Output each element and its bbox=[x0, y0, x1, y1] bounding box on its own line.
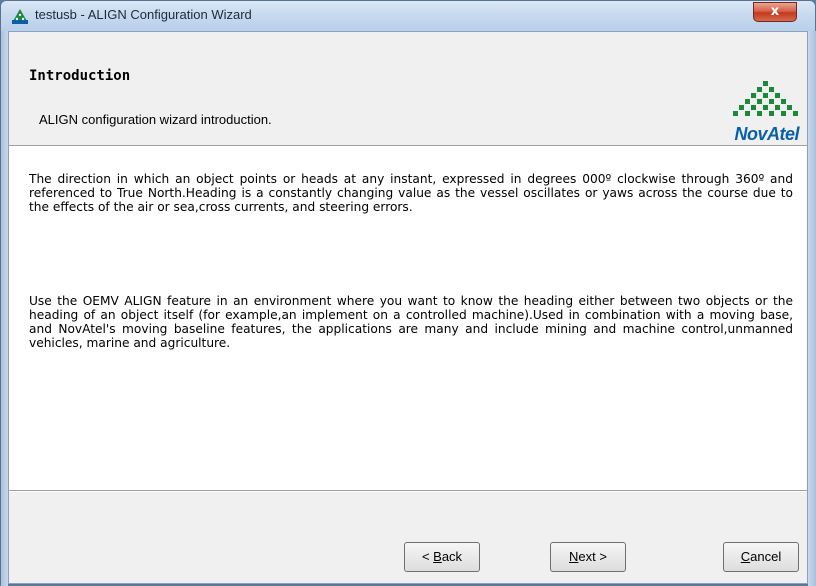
next-button[interactable]: Next > bbox=[550, 542, 626, 572]
cancel-button[interactable]: Cancel bbox=[723, 542, 799, 572]
window-left-border bbox=[1, 31, 8, 586]
close-button[interactable]: x bbox=[753, 2, 797, 22]
page-title: Introduction bbox=[29, 68, 131, 84]
window-right-border bbox=[808, 31, 816, 586]
page-subtitle: ALIGN configuration wizard introduction. bbox=[39, 112, 272, 127]
back-button-mnemonic: B bbox=[433, 549, 442, 564]
title-bar[interactable]: testusb - ALIGN Configuration Wizard x bbox=[1, 1, 815, 31]
next-button-mnemonic: N bbox=[569, 549, 579, 564]
wizard-window: testusb - ALIGN Configuration Wizard x I… bbox=[0, 0, 816, 586]
window-title: testusb - ALIGN Configuration Wizard bbox=[35, 7, 252, 22]
back-button-prefix: < bbox=[421, 549, 434, 564]
footer-divider bbox=[9, 490, 807, 492]
wizard-content: The direction in which an object points … bbox=[9, 147, 807, 490]
cancel-button-rest: ancel bbox=[750, 549, 782, 564]
intro-paragraph-heading: The direction in which an object points … bbox=[29, 172, 793, 214]
novatel-app-icon bbox=[12, 9, 28, 24]
novatel-logo: NovAtel bbox=[723, 81, 800, 145]
logo-triangle-icon bbox=[733, 81, 798, 116]
back-button-rest: ack bbox=[441, 549, 463, 564]
wizard-header: Introduction ALIGN configuration wizard … bbox=[9, 32, 807, 144]
intro-paragraph-align: Use the OEMV ALIGN feature in an environ… bbox=[29, 294, 793, 350]
next-button-rest: ext > bbox=[578, 549, 607, 564]
logo-text: NovAtel bbox=[734, 124, 799, 144]
back-button[interactable]: < Back bbox=[404, 542, 480, 572]
wizard-frame: Introduction ALIGN configuration wizard … bbox=[8, 31, 808, 584]
cancel-button-mnemonic: C bbox=[740, 549, 751, 564]
